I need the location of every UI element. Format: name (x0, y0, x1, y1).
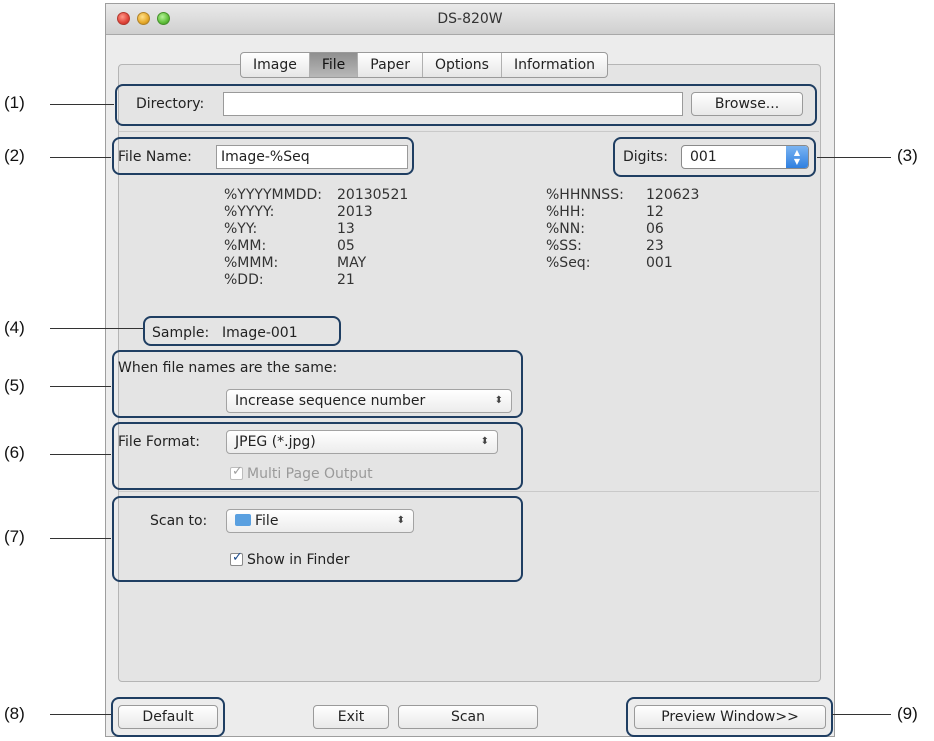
window-title: DS-820W (437, 11, 503, 27)
variables-left-keys: %YYYYMMDD: %YYYY: %YY: %MM: %MMM: %DD: (224, 187, 322, 289)
tab-image[interactable]: Image (241, 53, 310, 77)
callout-8: (8) (4, 704, 25, 723)
callout-2: (2) (4, 146, 25, 165)
variables-right-values: 120623 12 06 23 001 (646, 187, 699, 272)
var-value: 23 (646, 238, 664, 254)
title-bar[interactable]: DS-820W (106, 4, 834, 35)
highlight-sample (143, 316, 341, 346)
callout-9: (9) (897, 704, 918, 723)
var-key: %Seq: (546, 255, 591, 271)
highlight-file-format (112, 422, 523, 490)
highlight-digits (613, 137, 816, 177)
tab-bar: Image File Paper Options Information (240, 52, 609, 78)
callout-5: (5) (4, 376, 25, 395)
callout-3: (3) (897, 146, 918, 165)
callout-4: (4) (4, 318, 25, 337)
var-key: %NN: (546, 221, 585, 237)
callout-1: (1) (4, 93, 25, 112)
highlight-preview (626, 697, 833, 737)
var-key: %HH: (546, 204, 586, 220)
divider (119, 131, 819, 132)
variables-right-keys: %HHNNSS: %HH: %NN: %SS: %Seq: (546, 187, 624, 272)
callout-line (50, 454, 111, 455)
var-key: %YY: (224, 221, 258, 237)
var-value: 21 (337, 272, 355, 288)
divider (119, 491, 819, 492)
var-value: 120623 (646, 187, 700, 203)
tab-options[interactable]: Options (423, 53, 502, 77)
callout-line (50, 104, 114, 105)
var-value: 2013 (337, 204, 373, 220)
var-key: %HHNNSS: (546, 187, 624, 203)
tab-file[interactable]: File (309, 53, 359, 77)
highlight-directory (115, 84, 817, 126)
tab-information[interactable]: Information (502, 53, 607, 77)
callout-line (817, 157, 891, 158)
callout-line (50, 386, 111, 387)
highlight-scan-to (112, 496, 523, 582)
callout-line (50, 328, 143, 329)
var-value: 06 (646, 221, 664, 237)
callout-line (50, 714, 111, 715)
var-value: 05 (337, 238, 355, 254)
var-value: 13 (337, 221, 355, 237)
var-key: %SS: (546, 238, 582, 254)
var-key: %YYYYMMDD: (224, 187, 322, 203)
var-key: %MMM: (224, 255, 279, 271)
var-value: MAY (337, 255, 367, 271)
callout-line (50, 538, 111, 539)
callout-6: (6) (4, 443, 25, 462)
var-key: %YYYY: (224, 204, 275, 220)
var-value: 001 (646, 255, 673, 271)
dialog-window: DS-820W Image File Paper Options Informa… (105, 3, 835, 737)
var-key: %DD: (224, 272, 264, 288)
callout-7: (7) (4, 527, 25, 546)
tab-paper[interactable]: Paper (358, 53, 423, 77)
scan-button[interactable]: Scan (398, 705, 538, 729)
var-value: 12 (646, 204, 664, 220)
callout-line (832, 714, 891, 715)
var-value: 20130521 (337, 187, 409, 203)
highlight-file-name (112, 137, 414, 175)
highlight-same-names (112, 350, 523, 418)
exit-button[interactable]: Exit (313, 705, 389, 729)
var-key: %MM: (224, 238, 267, 254)
variables-left-values: 20130521 2013 13 05 MAY 21 (337, 187, 408, 289)
highlight-default (111, 697, 225, 737)
callout-line (50, 157, 111, 158)
